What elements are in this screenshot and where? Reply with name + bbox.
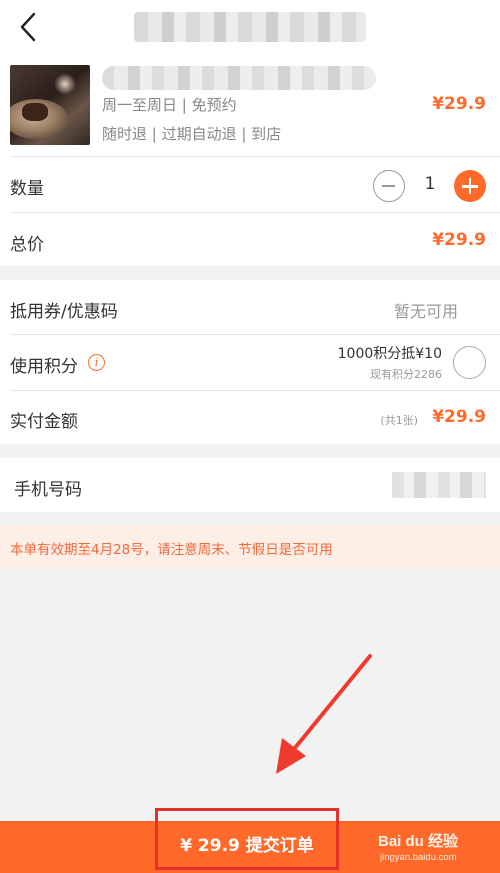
plus-icon[interactable]	[454, 170, 486, 202]
baidu-watermark: Bai du 经验 jingyan.baidu.com	[378, 828, 496, 868]
radio-unchecked-icon[interactable]	[453, 346, 486, 379]
points-balance: 现有积分2286	[370, 368, 442, 381]
total-row: 总价 ¥29.9	[0, 212, 500, 266]
annotation-arrow	[276, 654, 372, 774]
back-arrow-icon[interactable]	[14, 10, 44, 44]
quantity-value: 1	[424, 174, 436, 194]
divider	[10, 156, 500, 157]
coupon-row[interactable]: 抵用券/优惠码 暂无可用	[0, 280, 500, 334]
product-name-blurred	[102, 66, 376, 90]
coupon-label: 抵用券/优惠码	[10, 302, 118, 322]
validity-notice: 本单有效期至4月28号，请注意周末、节假日是否可用	[0, 526, 500, 568]
header	[0, 0, 500, 56]
payment-label: 实付金额	[10, 412, 78, 432]
watermark-logo: Bai du 经验	[378, 833, 459, 850]
product-refund-policy: 随时退 | 过期自动退 | 到店	[102, 125, 282, 143]
product-price: ¥29.9	[432, 94, 486, 114]
page-title-blurred	[134, 12, 366, 42]
payment-count: (共1张)	[380, 414, 418, 427]
total-label: 总价	[10, 235, 44, 255]
quantity-row: 数量 1	[0, 156, 500, 212]
info-icon[interactable]: i	[88, 354, 105, 371]
submit-order-button[interactable]: ¥ 29.9 提交订单	[155, 808, 339, 870]
divider	[10, 334, 500, 335]
notice-text: 本单有效期至4月28号，请注意周末、节假日是否可用	[10, 542, 333, 558]
phone-row: 手机号码	[0, 458, 500, 512]
quantity-label: 数量	[10, 179, 44, 199]
phone-label: 手机号码	[14, 480, 82, 500]
divider	[10, 390, 500, 391]
divider	[10, 212, 500, 213]
total-value: ¥29.9	[432, 230, 486, 250]
points-offer: 1000积分抵¥10	[337, 346, 442, 362]
payment-value: ¥29.9	[432, 407, 486, 427]
points-row: 使用积分 i 1000积分抵¥10 现有积分2286	[0, 334, 500, 390]
payment-row: 实付金额 (共1张) ¥29.9	[0, 390, 500, 444]
minus-icon[interactable]	[373, 170, 405, 202]
submit-order-label: ¥ 29.9 提交订单	[180, 836, 314, 856]
product-validity: 周一至周日 | 免预约	[102, 96, 237, 114]
product-thumbnail	[10, 65, 90, 145]
points-label: 使用积分	[10, 357, 78, 377]
phone-input-blurred[interactable]	[392, 472, 486, 498]
watermark-url: jingyan.baidu.com	[380, 852, 457, 863]
coupon-status: 暂无可用	[393, 302, 458, 321]
product-card: 周一至周日 | 免预约 随时退 | 过期自动退 | 到店 ¥29.9	[0, 56, 500, 156]
